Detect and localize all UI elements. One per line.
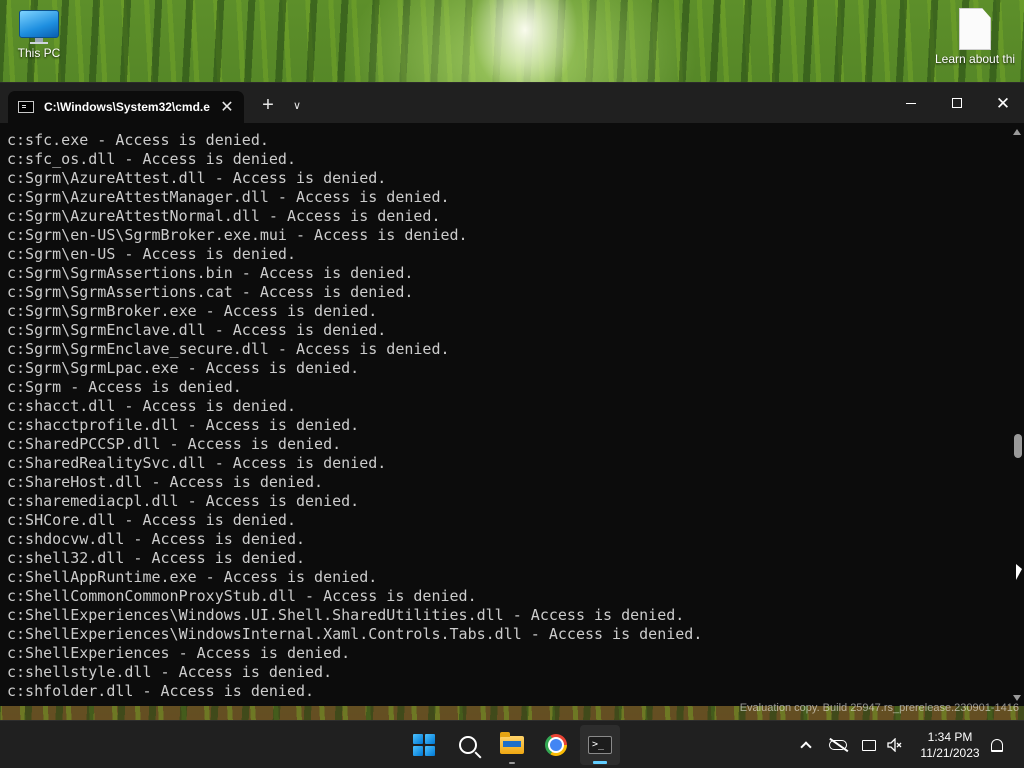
evaluation-watermark: Evaluation copy. Build 25947.rs_prerelea…: [739, 702, 1019, 714]
chevron-down-icon[interactable]: ∨: [284, 91, 310, 119]
cmd-icon: [18, 101, 34, 113]
console-line: c:shfolder.dll - Access is denied.: [7, 682, 315, 700]
console-line: c:Sgrm\SgrmAssertions.bin - Access is de…: [7, 264, 414, 282]
new-tab-button[interactable]: +: [254, 91, 282, 119]
console-line: c:ShellCommonCommonProxyStub.dll - Acces…: [7, 587, 477, 605]
scroll-up-icon[interactable]: [1013, 129, 1021, 135]
close-window-button[interactable]: ✕: [980, 83, 1024, 123]
desktop-icon-learn-about-picture[interactable]: Learn about this picture: [935, 8, 1015, 66]
console-line: c:Sgrm\SgrmLpac.exe - Access is denied.: [7, 359, 360, 377]
desktop-icon-this-pc[interactable]: This PC: [0, 10, 79, 60]
console-line: c:sfc.exe - Access is denied.: [7, 131, 269, 149]
terminal-taskbar-button[interactable]: >_: [580, 725, 620, 765]
taskbar: >_ 1:34 PM 11/21/2023: [0, 720, 1024, 768]
scrollbar-thumb[interactable]: [1014, 434, 1022, 458]
terminal-window: C:\Windows\System32\cmd.e ✕ + ∨ ✕ c:sfc.…: [0, 82, 1024, 706]
console-line: c:ShellExperiences\Windows.UI.Shell.Shar…: [7, 606, 685, 624]
console-line: c:sfc_os.dll - Access is denied.: [7, 150, 296, 168]
document-icon: [959, 8, 991, 50]
notification-bell-button[interactable]: [986, 734, 1008, 756]
windows-logo-icon: [413, 734, 435, 756]
vertical-scrollbar[interactable]: [1010, 123, 1024, 706]
monitor-outline-icon: [862, 739, 876, 751]
clock-date: 11/21/2023: [920, 746, 980, 760]
console-line: c:Sgrm\AzureAttestManager.dll - Access i…: [7, 188, 450, 206]
console-line: c:SHCore.dll - Access is denied.: [7, 511, 296, 529]
console-line: c:sharemediacpl.dll - Access is denied.: [7, 492, 360, 510]
network-disconnected-icon[interactable]: [827, 734, 849, 756]
show-hidden-icons-button[interactable]: [795, 734, 817, 756]
close-tab-icon[interactable]: ✕: [215, 95, 239, 119]
console-line: c:Sgrm - Access is denied.: [7, 378, 242, 396]
console-line: c:shdocvw.dll - Access is denied.: [7, 530, 306, 548]
start-button[interactable]: [404, 725, 444, 765]
close-icon: ✕: [995, 93, 1011, 113]
terminal-icon: >_: [588, 736, 612, 754]
console-line: c:Sgrm\AzureAttestNormal.dll - Access is…: [7, 207, 441, 225]
minimize-button[interactable]: [888, 83, 934, 123]
console-line: c:ShareHost.dll - Access is denied.: [7, 473, 324, 491]
desktop-icon-label: Learn about this picture: [935, 52, 1015, 66]
console-line: c:ShellExperiences\WindowsInternal.Xaml.…: [7, 625, 703, 643]
console-line: c:shellstyle.dll - Access is denied.: [7, 663, 333, 681]
console-line: c:shacctprofile.dll - Access is denied.: [7, 416, 360, 434]
chevron-up-icon: [800, 741, 812, 753]
cloud-off-icon: [829, 740, 847, 750]
console-line: c:Sgrm\en-US\SgrmBroker.exe.mui - Access…: [7, 226, 468, 244]
volume-muted-icon[interactable]: [884, 734, 906, 756]
console-line: c:SharedRealitySvc.dll - Access is denie…: [7, 454, 387, 472]
search-button[interactable]: [448, 725, 488, 765]
monitor-icon: [19, 10, 59, 44]
chrome-button[interactable]: [536, 725, 576, 765]
console-line: c:shacct.dll - Access is denied.: [7, 397, 296, 415]
speaker-icon: [887, 738, 902, 752]
active-indicator: [593, 761, 607, 764]
maximize-icon: [952, 98, 962, 108]
bell-icon: [991, 738, 1003, 752]
console-line: c:ShellAppRuntime.exe - Access is denied…: [7, 568, 378, 586]
console-line: c:Sgrm\SgrmEnclave_secure.dll - Access i…: [7, 340, 450, 358]
console-line: c:Sgrm\SgrmBroker.exe - Access is denied…: [7, 302, 378, 320]
tab-title: C:\Windows\System32\cmd.e: [44, 100, 210, 114]
taskbar-clock[interactable]: 1:34 PM 11/21/2023: [912, 729, 988, 761]
console-line: c:SharedPCCSP.dll - Access is denied.: [7, 435, 342, 453]
running-indicator: [509, 762, 515, 764]
console-line: c:Sgrm\en-US - Access is denied.: [7, 245, 296, 263]
console-line: c:ShellExperiences - Access is denied.: [7, 644, 351, 662]
display-icon[interactable]: [858, 734, 880, 756]
scroll-down-icon[interactable]: [1013, 695, 1021, 701]
folder-icon: [500, 732, 524, 754]
tab-cmd[interactable]: C:\Windows\System32\cmd.e ✕: [8, 91, 244, 123]
chrome-icon: [545, 734, 567, 756]
desktop-icon-label: This PC: [17, 46, 61, 60]
mouse-cursor-icon: [1016, 564, 1022, 580]
console-output[interactable]: c:sfc.exe - Access is denied. c:sfc_os.dl…: [0, 123, 1008, 706]
search-icon: [459, 736, 477, 754]
minimize-icon: [906, 102, 916, 104]
maximize-button[interactable]: [934, 83, 980, 123]
title-bar[interactable]: C:\Windows\System32\cmd.e ✕ + ∨ ✕: [0, 83, 1024, 123]
console-line: c:Sgrm\SgrmEnclave.dll - Access is denie…: [7, 321, 387, 339]
console-line: c:shell32.dll - Access is denied.: [7, 549, 306, 567]
clock-time: 1:34 PM: [927, 730, 973, 744]
console-line: c:Sgrm\AzureAttest.dll - Access is denie…: [7, 169, 387, 187]
file-explorer-button[interactable]: [492, 725, 532, 765]
console-line: c:Sgrm\SgrmAssertions.cat - Access is de…: [7, 283, 414, 301]
